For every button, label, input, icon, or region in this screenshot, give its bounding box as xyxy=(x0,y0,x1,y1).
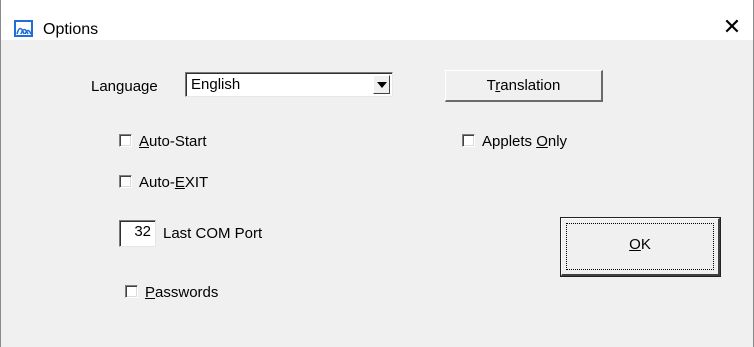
translation-button[interactable]: Translation xyxy=(445,70,603,102)
language-select[interactable]: English xyxy=(185,72,393,97)
signal-waves-icon xyxy=(14,20,33,37)
options-dialog: Options ✕ Language English Translation A… xyxy=(0,0,754,347)
close-icon[interactable]: ✕ xyxy=(715,14,749,40)
applets-only-checkbox-box[interactable] xyxy=(462,134,475,147)
title-bar: Options ✕ xyxy=(1,0,753,40)
auto-start-checkbox-box[interactable] xyxy=(119,134,132,147)
window-title: Options xyxy=(43,21,99,38)
passwords-checkbox-box[interactable] xyxy=(125,285,138,298)
auto-exit-checkbox-box[interactable] xyxy=(119,175,132,188)
ok-button[interactable]: OK xyxy=(560,217,721,277)
dialog-content: Language English Translation Auto-Start … xyxy=(1,40,753,347)
last-com-port-input[interactable]: 32 xyxy=(119,220,156,247)
passwords-label: Passwords xyxy=(145,284,219,301)
ok-button-label: OK xyxy=(629,236,651,253)
applets-only-label: Applets Only xyxy=(482,133,568,150)
language-label: Language xyxy=(91,78,158,95)
auto-exit-label: Auto-EXIT xyxy=(139,174,209,191)
language-select-value: English xyxy=(191,76,241,93)
auto-start-label: Auto-Start xyxy=(139,133,207,150)
last-com-port-label: Last COM Port xyxy=(163,225,263,242)
chevron-down-icon[interactable] xyxy=(373,75,390,94)
